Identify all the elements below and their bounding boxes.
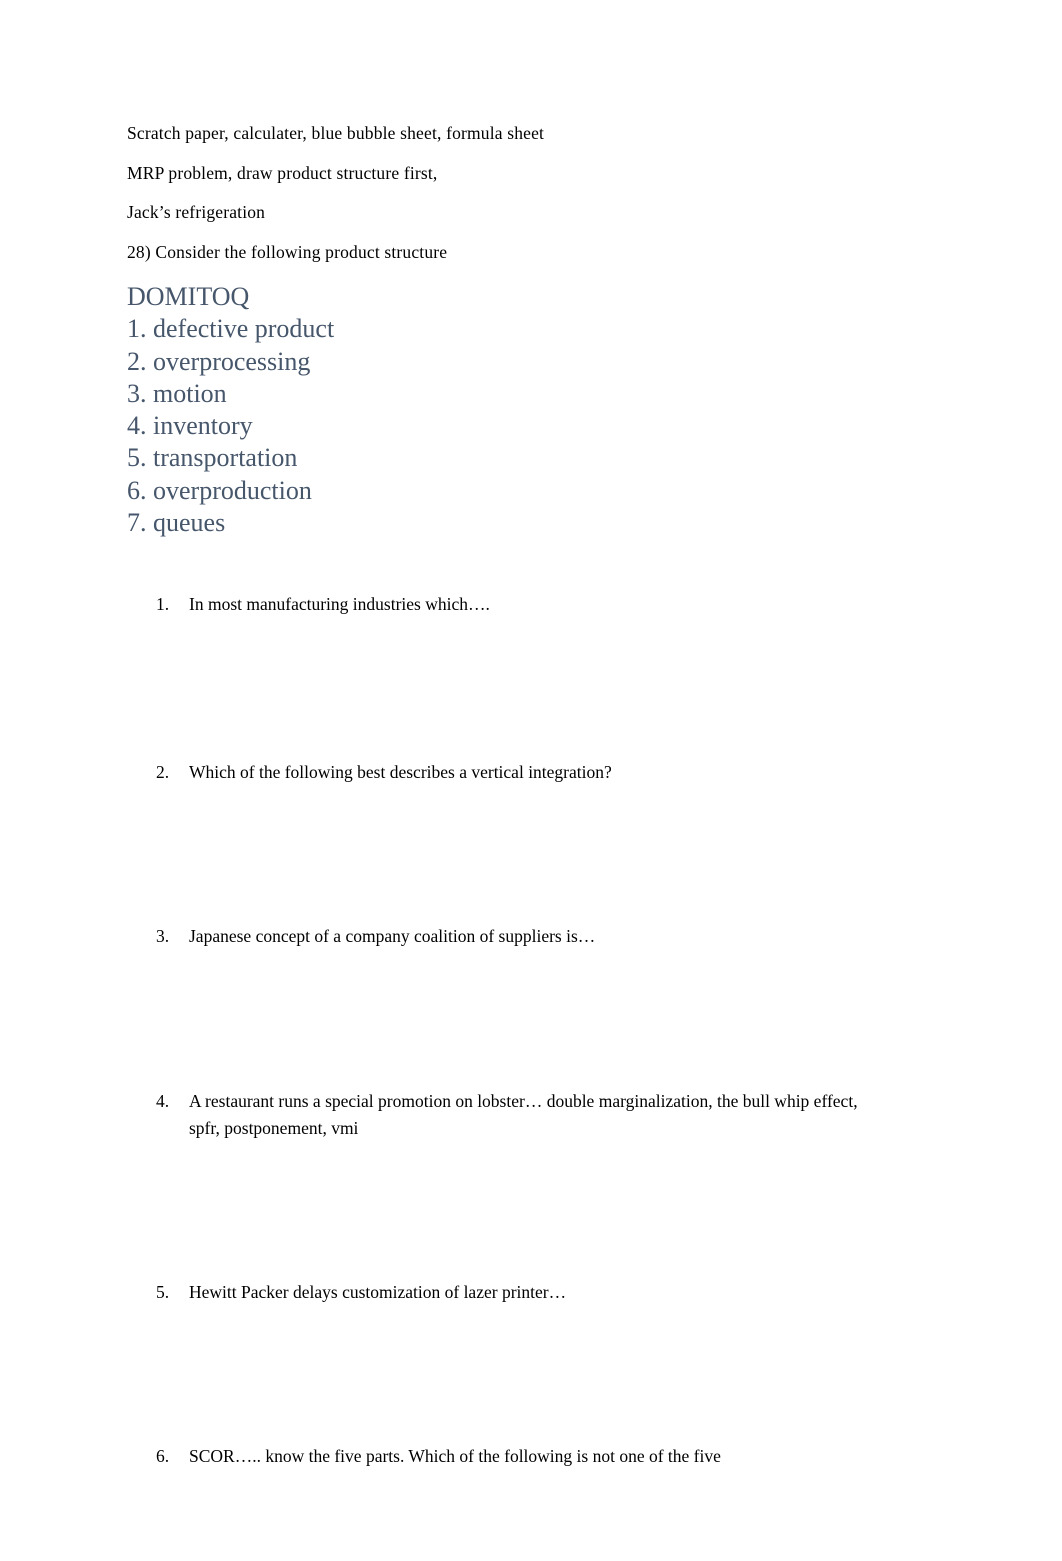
intro-paragraphs: Scratch paper, calculater, blue bubble s…	[127, 123, 947, 281]
domitoq-item-6: 6. overproduction	[127, 475, 312, 505]
question-line-1a: In most manufacturing industries which….	[189, 594, 490, 614]
intro-line-mrp-problem: MRP problem, draw product structure firs…	[127, 162, 438, 183]
question-item-4: 4. A restaurant runs a special promotion…	[156, 1088, 946, 1142]
question-text-4: A restaurant runs a special promotion on…	[156, 1088, 946, 1142]
question-item-2: 2. Which of the following best describes…	[156, 759, 946, 786]
question-number-6: 6.	[156, 1446, 170, 1466]
question-line-4a: A restaurant runs a special promotion on…	[189, 1091, 858, 1111]
domitoq-item-7: 7. queues	[127, 508, 226, 538]
question-item-3: 3. Japanese concept of a company coaliti…	[156, 923, 946, 950]
question-line-2a: Which of the following best describes a …	[189, 762, 612, 782]
question-text-3: Japanese concept of a company coalition …	[156, 923, 946, 950]
question-number-2: 2.	[156, 762, 170, 782]
question-text-6: SCOR….. know the five parts. Which of th…	[156, 1443, 946, 1470]
question-line-5a: Hewitt Packer delays customization of la…	[189, 1282, 567, 1302]
domitoq-item-4: 4. inventory	[127, 411, 253, 441]
domitoq-item-5: 5. transportation	[127, 443, 298, 473]
document-page: Scratch paper, calculater, blue bubble s…	[0, 0, 1062, 1561]
domitoq-item-3: 3. motion	[127, 378, 227, 408]
question-number-4: 4.	[156, 1091, 170, 1111]
domitoq-list: DOMITOQ 1. defective product 2. overproc…	[127, 281, 827, 539]
intro-line-question-28: 28) Consider the following product struc…	[127, 241, 448, 262]
domitoq-heading: DOMITOQ	[127, 282, 250, 311]
question-item-5: 5. Hewitt Packer delays customization of…	[156, 1279, 946, 1306]
question-text-2: Which of the following best describes a …	[156, 759, 946, 786]
question-number-3: 3.	[156, 926, 170, 946]
question-number-1: 1.	[156, 594, 170, 614]
question-number-5: 5.	[156, 1282, 170, 1302]
question-text-5: Hewitt Packer delays customization of la…	[156, 1279, 946, 1306]
question-text-1: In most manufacturing industries which….	[156, 591, 946, 618]
question-item-6: 6. SCOR….. know the five parts. Which of…	[156, 1443, 946, 1470]
question-line-6a: SCOR….. know the five parts. Which of th…	[189, 1446, 721, 1466]
domitoq-item-1: 1. defective product	[127, 314, 335, 344]
domitoq-item-2: 2. overprocessing	[127, 346, 311, 376]
intro-line-jacks-refrigeration: Jack’s refrigeration	[127, 202, 266, 222]
question-line-4b: spfr, postponement, vmi	[189, 1118, 359, 1138]
question-item-1: 1. In most manufacturing industries whic…	[156, 591, 946, 618]
question-line-3a: Japanese concept of a company coalition …	[189, 926, 596, 946]
intro-line-scratch-paper: Scratch paper, calculater, blue bubble s…	[127, 123, 545, 143]
